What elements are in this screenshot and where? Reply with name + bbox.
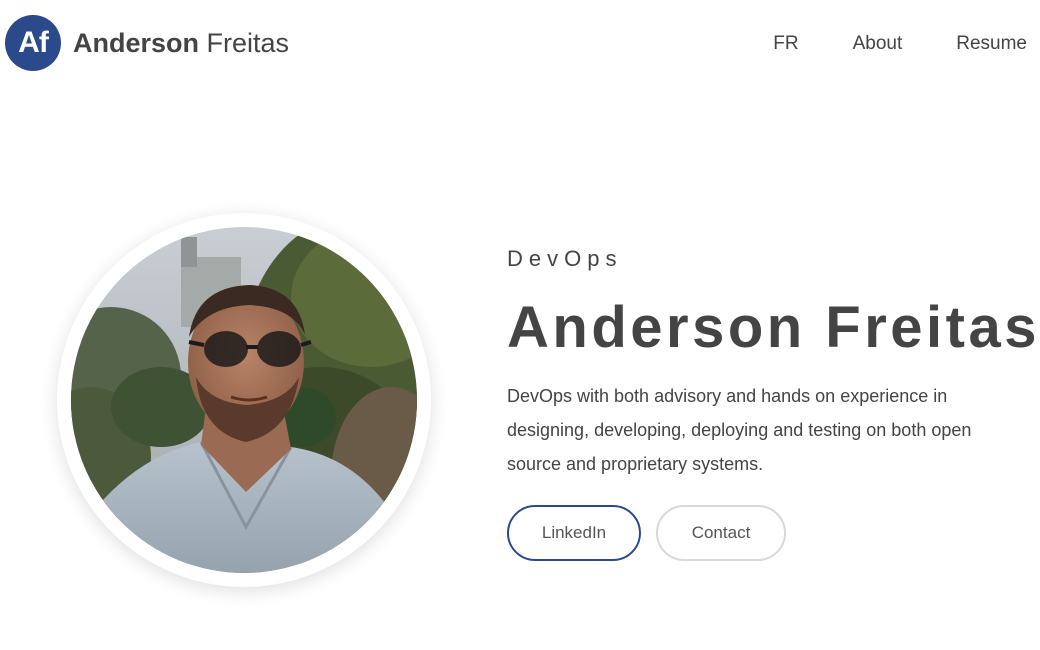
nav-item-about[interactable]: About [853,33,903,55]
role-eyebrow: DevOps [507,246,623,271]
brand-last-name: Freitas [206,27,290,58]
nav-item-resume[interactable]: Resume [956,33,1027,55]
contact-button[interactable]: Contact [656,505,786,561]
hero-section: DevOps Anderson Freitas DevOps with both… [507,245,1040,561]
brand-first-name: Anderson [73,27,200,58]
main-nav: FR About Resume [719,33,1027,55]
profile-photo-frame [57,213,431,587]
hero-buttons: LinkedIn Contact [507,505,1027,561]
brand-logo: Af [5,15,61,71]
nav-item-fr[interactable]: FR [773,33,798,55]
profile-photo [71,227,417,573]
page: Af Anderson Freitas FR About Resume DevO… [0,0,1040,650]
site-header: Af Anderson Freitas FR About Resume [0,0,1040,90]
brand-home-link[interactable]: Af Anderson Freitas [5,15,289,71]
linkedin-button[interactable]: LinkedIn [507,505,641,561]
hero-title: Anderson Freitas [507,295,1040,360]
logo-monogram: Af [18,26,49,59]
brand-name: Anderson Freitas [73,27,290,58]
hero-description: DevOps with both advisory and hands on e… [507,386,972,474]
